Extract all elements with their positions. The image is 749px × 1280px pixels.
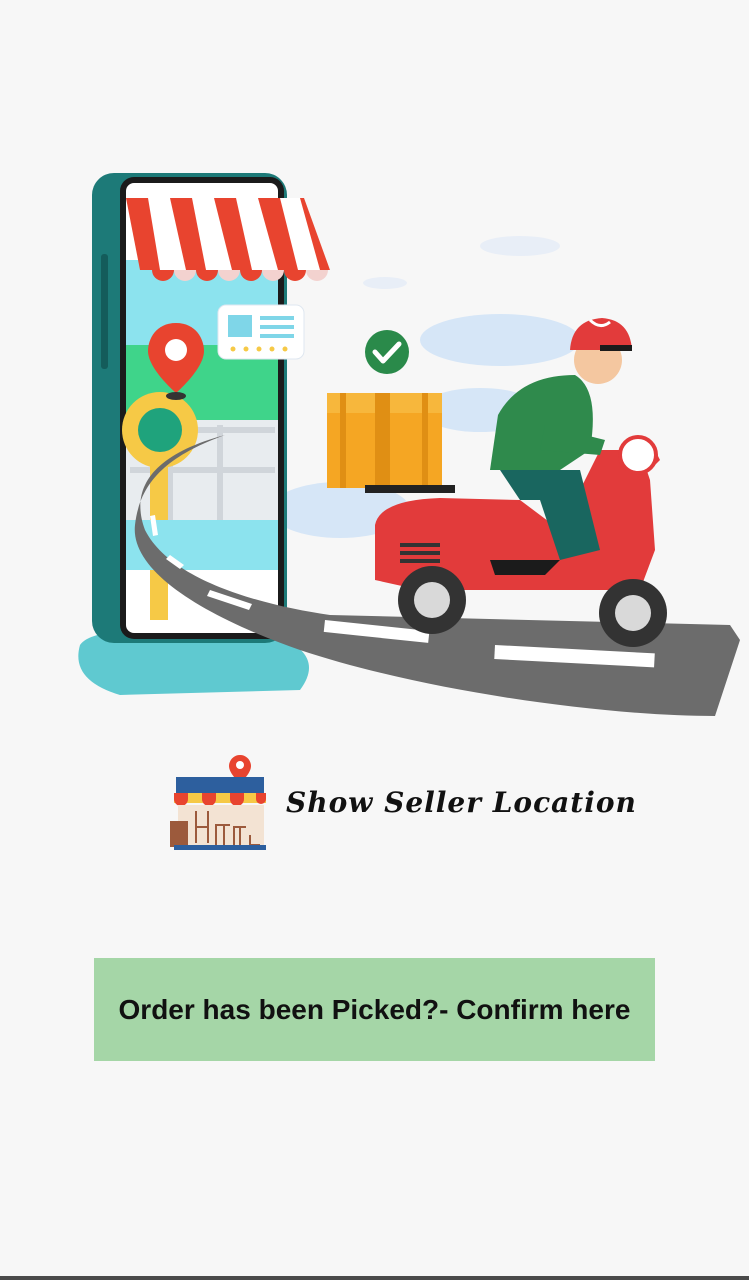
parcel-box (327, 393, 442, 488)
store-with-pin-icon (170, 755, 266, 850)
confirm-order-picked-button[interactable]: Order has been Picked?- Confirm here (94, 958, 655, 1061)
show-seller-location-label: Show Seller Location (286, 785, 637, 819)
show-seller-location-button[interactable]: Show Seller Location (168, 752, 636, 852)
store-awning (126, 198, 330, 281)
bottom-divider (0, 1276, 749, 1280)
check-icon (365, 330, 409, 374)
delivery-illustration (78, 173, 741, 716)
